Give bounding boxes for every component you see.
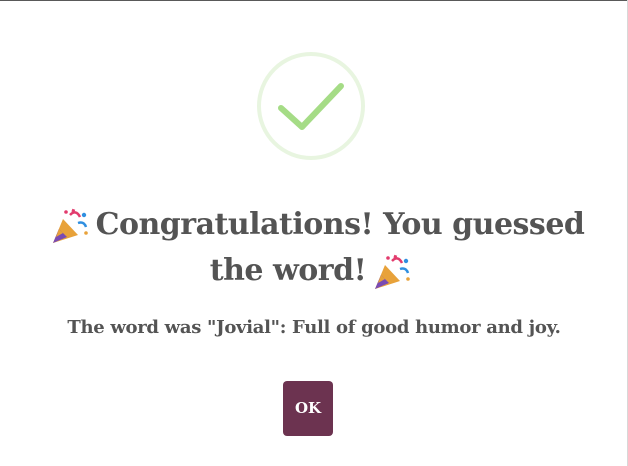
dialog-message: The word was "Jovial": Full of good humo…	[67, 317, 561, 338]
dialog-title-text: Congratulations! You guessed the word!	[95, 207, 585, 288]
window-top-border	[0, 0, 628, 1]
ok-button[interactable]: OK	[283, 381, 333, 436]
party-popper-icon	[52, 208, 88, 243]
dialog-title: Congratulations! You guessed the word!	[30, 202, 598, 294]
success-checkmark-icon	[257, 52, 365, 160]
party-popper-icon	[375, 254, 411, 289]
